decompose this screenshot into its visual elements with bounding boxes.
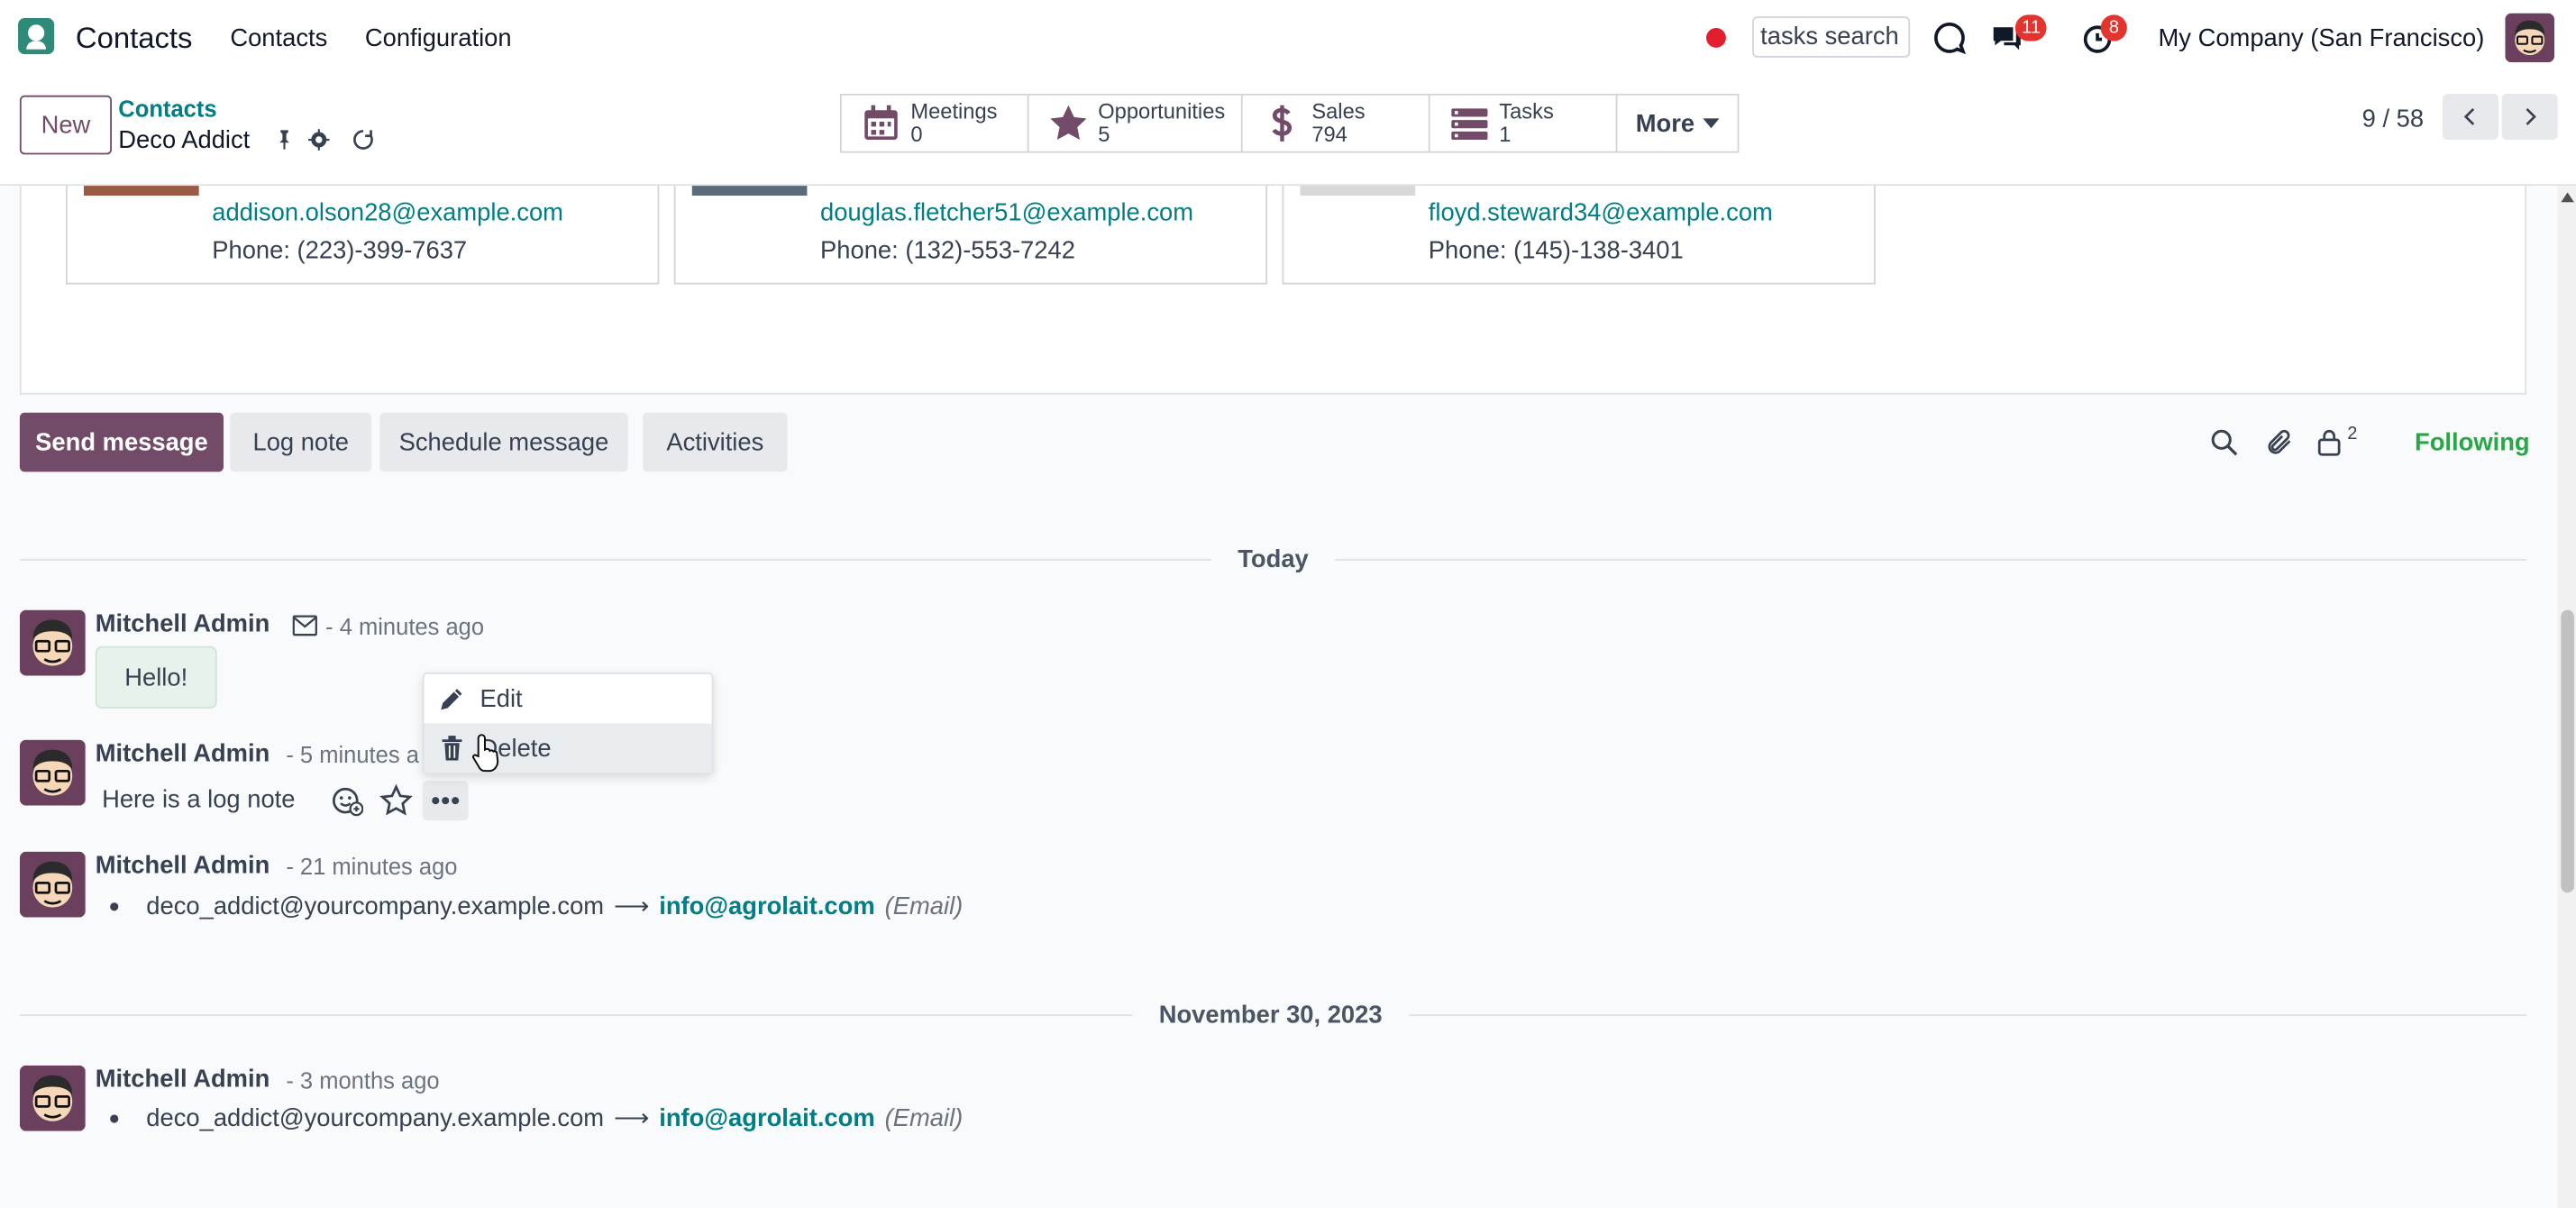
paperclip-icon[interactable] [2265,427,2295,457]
menu-configuration[interactable]: Configuration [365,24,512,52]
caret-down-icon [1703,118,1720,129]
pager-next-button[interactable] [2501,93,2558,141]
page-scrollbar[interactable] [2557,186,2576,1208]
envelope-icon [292,615,317,636]
gear-icon[interactable] [307,128,331,151]
breadcrumb-contacts[interactable]: Contacts [118,96,216,122]
followers-count: 2 [2347,424,2358,444]
author-avatar[interactable] [19,609,86,676]
dollar-icon [1272,105,1293,142]
message-time: - 5 minutes a [286,741,419,768]
calendar-icon [864,105,898,141]
bullet [110,1114,119,1123]
more-actions-button[interactable] [422,781,469,821]
new-button[interactable]: New [19,95,113,155]
arrow-right-icon: ⟶ [614,1104,650,1133]
activities-badge: 8 [2100,14,2127,41]
message-body: Here is a log note [102,785,296,814]
company-switcher[interactable]: My Company (San Francisco) [2159,24,2485,52]
message-time: - 4 minutes ago [325,613,485,640]
followers-lock-icon[interactable] [2315,427,2344,457]
hand-cursor-icon [472,734,499,773]
contact-phone: Phone: (132)-553-7242 [820,236,1075,265]
edit-menu-item[interactable]: Edit [425,674,712,724]
message-time: - 3 months ago [286,1066,440,1094]
arrow-right-icon: ⟶ [614,892,650,921]
message-author[interactable]: Mitchell Admin [96,1066,270,1094]
ellipsis-icon [432,797,460,805]
date-separator-today: Today [1211,545,1335,574]
bullet [110,902,119,911]
tracking-value: deco_addict@yourcompany.example.com ⟶ info… [146,1104,964,1133]
contact-card[interactable]: douglas.fletcher51@example.com Phone: (1… [673,186,1268,285]
add-reaction-icon[interactable] [331,784,364,817]
contact-photo [691,186,808,197]
messages-badge: 11 [2014,14,2048,41]
contact-card[interactable]: addison.olson28@example.com Phone: (223)… [65,186,660,285]
schedule-message-button[interactable]: Schedule message [379,412,628,472]
contacts-app-icon[interactable] [18,18,55,55]
form-sheet: addison.olson28@example.com Phone: (223)… [19,186,2527,395]
pager-value[interactable]: 9 / 58 [2362,105,2424,133]
form-content: addison.olson28@example.com Phone: (223)… [0,186,2558,1208]
star-icon [1050,105,1087,141]
contact-photo [84,186,199,197]
smart-button-tasks[interactable]: Tasks 1 [1428,93,1618,153]
refresh-icon[interactable] [352,128,375,151]
date-separator-november: November 30, 2023 [1132,1001,1409,1030]
contact-email[interactable]: douglas.fletcher51@example.com [820,199,1193,227]
chevron-right-icon [2526,108,2536,125]
contact-photo [1300,186,1416,197]
star-outline-icon[interactable] [379,783,413,817]
delete-menu-item[interactable]: Delete [424,723,712,773]
pencil-icon [441,689,462,710]
pin-icon[interactable] [273,128,297,151]
tasks-icon [1451,108,1488,141]
tracking-value: deco_addict@yourcompany.example.com ⟶ info… [146,892,964,921]
author-avatar[interactable] [19,739,86,806]
message-bubble: Hello! [95,645,217,709]
message-author[interactable]: Mitchell Admin [96,610,270,638]
send-message-button[interactable]: Send message [19,412,224,472]
contact-email[interactable]: addison.olson28@example.com [212,199,563,227]
smart-button-sales[interactable]: Sales 794 [1240,93,1430,153]
message-author[interactable]: Mitchell Admin [96,740,270,768]
chevron-left-icon [2463,108,2475,125]
message-actions-dropdown: Edit Delete [422,672,714,774]
author-avatar[interactable] [19,851,86,918]
user-avatar[interactable] [2505,13,2555,63]
following-button[interactable]: Following [2415,429,2530,457]
search-icon[interactable] [2209,427,2239,457]
discuss-icon[interactable] [1932,20,1968,56]
message-time: - 21 minutes ago [286,853,458,880]
control-panel: New Contacts Deco Addict Meetings 0 Oppo… [0,75,2576,187]
scrollbar-thumb[interactable] [2561,609,2574,893]
top-navbar: Contacts Contacts Configuration 11 8 My … [0,0,2576,76]
scroll-up-arrow-icon[interactable] [2561,192,2574,203]
log-note-button[interactable]: Log note [230,412,372,472]
smart-button-opportunities[interactable]: Opportunities 5 [1027,93,1243,153]
contact-phone: Phone: (223)-399-7637 [212,236,468,265]
activities-button[interactable]: Activities [643,412,788,472]
contact-phone: Phone: (145)-138-3401 [1428,236,1684,265]
contact-card[interactable]: floyd.steward34@example.com Phone: (145)… [1282,186,1876,285]
smart-button-meetings[interactable]: Meetings 0 [839,93,1029,153]
trash-icon [442,736,462,761]
tasks-search-input[interactable] [1752,16,1911,58]
smart-button-more[interactable]: More [1615,93,1740,153]
author-avatar[interactable] [19,1065,86,1131]
record-name: Deco Addict [118,126,251,155]
contact-email[interactable]: floyd.steward34@example.com [1429,199,1773,227]
app-name[interactable]: Contacts [76,22,193,56]
recording-indicator-icon[interactable] [1706,28,1726,48]
menu-contacts[interactable]: Contacts [230,24,327,52]
pager-previous-button[interactable] [2443,93,2499,141]
message-author[interactable]: Mitchell Admin [96,852,270,880]
